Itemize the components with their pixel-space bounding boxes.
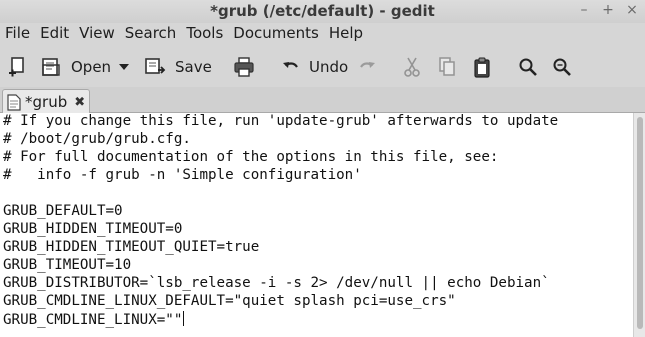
scissors-icon <box>404 57 420 77</box>
code-line: GRUB_CMDLINE_LINUX_DEFAULT="quiet splash… <box>3 293 456 309</box>
open-label: Open <box>71 58 112 76</box>
save-button[interactable]: Save <box>144 54 212 80</box>
undo-label: Undo <box>309 58 349 76</box>
menu-view[interactable]: View <box>74 23 120 45</box>
print-button[interactable] <box>233 54 255 80</box>
code-line: GRUB_DEFAULT=0 <box>3 203 123 219</box>
document-tab-strip: *grub ✖ <box>0 87 645 114</box>
code-line: # For full documentation of the options … <box>3 149 499 165</box>
redo-icon <box>360 62 375 68</box>
paste-icon <box>474 57 490 78</box>
code-line: GRUB_DISTRIBUTOR=`lsb_release -i -s 2> /… <box>3 275 550 291</box>
menu-file[interactable]: File <box>0 23 35 45</box>
menu-edit[interactable]: Edit <box>35 23 74 45</box>
printer-icon <box>234 57 254 77</box>
redo-button[interactable] <box>358 54 376 80</box>
open-button[interactable]: Open <box>40 54 111 80</box>
code-line: # If you change this file, run 'update-g… <box>3 113 559 129</box>
search-replace-icon <box>553 58 571 76</box>
open-folder-icon <box>42 58 60 76</box>
code-line: # /boot/grub/grub.cfg. <box>3 131 191 147</box>
code-line: GRUB_HIDDEN_TIMEOUT_QUIET=true <box>3 239 260 255</box>
copy-button[interactable] <box>437 54 457 80</box>
chevron-down-icon <box>119 64 129 70</box>
code-line-text: GRUB_CMDLINE_LINUX="" <box>3 312 183 328</box>
maximize-button[interactable]: + <box>601 2 615 18</box>
tab-close-button[interactable]: ✖ <box>74 95 85 110</box>
paste-button[interactable] <box>472 54 492 80</box>
search-replace-button[interactable] <box>552 54 572 80</box>
menu-help[interactable]: Help <box>324 23 368 45</box>
save-icon <box>145 58 166 74</box>
text-caret <box>183 311 185 326</box>
undo-button[interactable]: Undo <box>282 54 348 80</box>
document-icon <box>7 93 21 111</box>
tab-label: *grub <box>25 93 68 111</box>
window-title: *grub (/etc/default) - gedit <box>210 2 435 20</box>
text-editor[interactable]: # If you change this file, run 'update-g… <box>0 113 633 337</box>
save-label: Save <box>175 58 212 76</box>
code-line-with-caret: GRUB_CMDLINE_LINUX="" <box>3 311 185 329</box>
menu-tools[interactable]: Tools <box>181 23 228 45</box>
cut-button[interactable] <box>403 54 421 80</box>
code-line: GRUB_HIDDEN_TIMEOUT=0 <box>3 221 183 237</box>
copy-icon <box>439 57 455 76</box>
menu-search[interactable]: Search <box>120 23 182 45</box>
minimize-button[interactable]: – <box>577 2 591 18</box>
new-document-button[interactable] <box>8 54 28 80</box>
code-line: # info -f grub -n 'Simple configuration' <box>3 167 362 183</box>
vertical-scrollbar[interactable] <box>633 113 645 337</box>
tab-grub[interactable]: *grub ✖ <box>2 89 90 114</box>
undo-icon <box>283 62 298 68</box>
toolbar: Open Save Undo <box>0 45 645 87</box>
scrollbar-thumb[interactable] <box>637 117 643 329</box>
title-bar[interactable]: *grub (/etc/default) - gedit – + × <box>0 0 645 23</box>
new-document-icon <box>9 57 24 77</box>
close-button[interactable]: × <box>625 2 639 18</box>
code-line: GRUB_TIMEOUT=10 <box>3 257 132 273</box>
menu-documents[interactable]: Documents <box>228 23 324 45</box>
search-button[interactable] <box>518 54 538 80</box>
menu-bar: File Edit View Search Tools Documents He… <box>0 23 645 45</box>
open-recent-dropdown[interactable] <box>118 54 130 80</box>
search-icon <box>519 58 537 76</box>
